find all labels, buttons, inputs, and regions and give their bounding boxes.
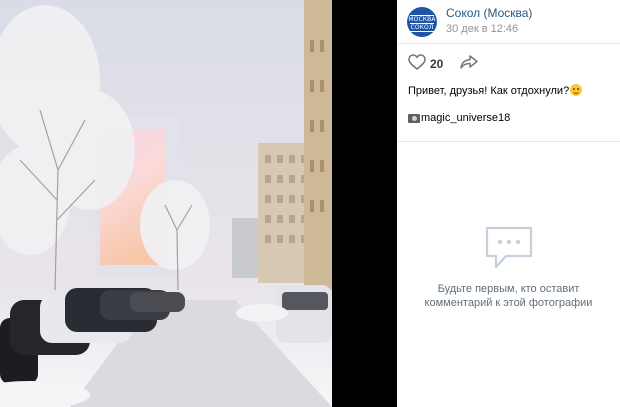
avatar-text-bottom: СОКОЛ xyxy=(410,23,434,31)
smile-emoji-icon xyxy=(570,84,583,96)
empty-comments-placeholder: Будьте первым, кто оставит комментарий к… xyxy=(397,226,620,310)
post-caption: Привет, друзья! Как отдохнули? xyxy=(397,84,620,98)
avatar-text-top: МОСКВА xyxy=(408,15,436,23)
empty-comments-line-2: комментарий к этой фотографии xyxy=(424,297,593,309)
share-button[interactable] xyxy=(460,54,479,74)
heart-icon xyxy=(408,53,426,75)
post-meta: Сокол (Москва) 30 дек в 12:46 xyxy=(446,6,532,37)
camera-icon xyxy=(408,113,420,123)
like-button[interactable]: 20 xyxy=(408,53,444,75)
photo-viewer-backdrop xyxy=(332,0,397,407)
post-header: МОСКВА СОКОЛ Сокол (Москва) 30 дек в 12:… xyxy=(397,0,620,44)
share-arrow-icon xyxy=(460,54,479,74)
group-name-link[interactable]: Сокол (Москва) xyxy=(446,6,532,21)
like-count: 20 xyxy=(430,57,444,71)
avatar[interactable]: МОСКВА СОКОЛ xyxy=(407,6,437,37)
post-photo[interactable] xyxy=(0,0,332,407)
comments-divider xyxy=(397,141,620,142)
author-tag: magic_universe18 xyxy=(397,112,620,124)
post-date[interactable]: 30 дек в 12:46 xyxy=(446,22,532,37)
empty-comments-text: Будьте первым, кто оставит комментарий к… xyxy=(397,282,620,310)
comments-icon xyxy=(397,226,620,270)
empty-comments-line-1: Будьте первым, кто оставит xyxy=(437,283,580,295)
post-actions: 20 xyxy=(397,44,620,84)
caption-text: Привет, друзья! Как отдохнули? xyxy=(408,85,570,97)
post-info-panel: МОСКВА СОКОЛ Сокол (Москва) 30 дек в 12:… xyxy=(397,0,620,407)
author-tag-text: magic_universe18 xyxy=(421,112,511,124)
